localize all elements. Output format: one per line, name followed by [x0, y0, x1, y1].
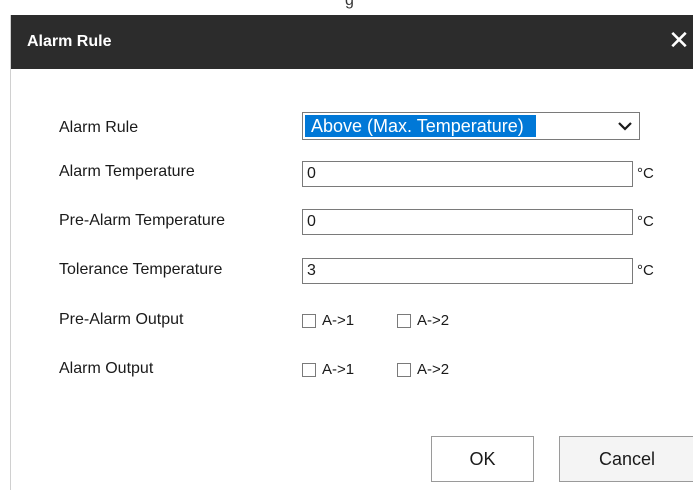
cancel-button[interactable]: Cancel	[559, 436, 693, 482]
alarm-rule-label: Alarm Rule	[59, 119, 139, 136]
alarm-rule-select[interactable]: Above (Max. Temperature)	[302, 112, 640, 140]
checkbox[interactable]	[397, 313, 411, 328]
checkbox-label: A->2	[417, 361, 450, 378]
page: g Alarm Rule ✕ Alarm Rule Above (Max. Te…	[0, 0, 693, 490]
checkbox-label: A->1	[322, 312, 355, 329]
dialog-title: Alarm Rule	[27, 33, 112, 50]
alarm-output-label: Alarm Output	[59, 360, 154, 377]
tolerance-temperature-label: Tolerance Temperature	[59, 261, 223, 278]
alarm-output-a1[interactable]: A->1	[302, 361, 354, 378]
chevron-down-icon	[613, 115, 637, 137]
pre-alarm-temperature-unit: °C	[637, 213, 654, 230]
checkbox-label: A->2	[417, 312, 450, 329]
alarm-output-a2[interactable]: A->2	[397, 361, 449, 378]
alarm-rule-dialog: Alarm Rule ✕ Alarm Rule Above (Max. Temp…	[10, 15, 693, 490]
tolerance-temperature-input[interactable]	[302, 258, 633, 284]
ok-button[interactable]: OK	[431, 436, 534, 482]
pre-alarm-output-label: Pre-Alarm Output	[59, 311, 184, 328]
checkbox[interactable]	[302, 313, 316, 328]
checkbox[interactable]	[302, 362, 316, 377]
tolerance-temperature-unit: °C	[637, 262, 654, 279]
checkbox[interactable]	[397, 362, 411, 377]
pre-alarm-temperature-label: Pre-Alarm Temperature	[59, 212, 225, 229]
checkbox-label: A->1	[322, 361, 355, 378]
dialog-titlebar: Alarm Rule ✕	[11, 15, 693, 69]
alarm-temperature-input[interactable]	[302, 161, 633, 187]
pre-alarm-output-a1[interactable]: A->1	[302, 312, 354, 329]
pre-alarm-temperature-input[interactable]	[302, 209, 633, 235]
alarm-temperature-label: Alarm Temperature	[59, 163, 195, 180]
pre-alarm-output-a2[interactable]: A->2	[397, 312, 449, 329]
alarm-temperature-unit: °C	[637, 165, 654, 182]
alarm-rule-selected-value: Above (Max. Temperature)	[305, 115, 536, 137]
close-icon[interactable]: ✕	[668, 25, 690, 55]
background-window-strip: g	[0, 0, 693, 15]
background-text: g	[345, 0, 354, 9]
